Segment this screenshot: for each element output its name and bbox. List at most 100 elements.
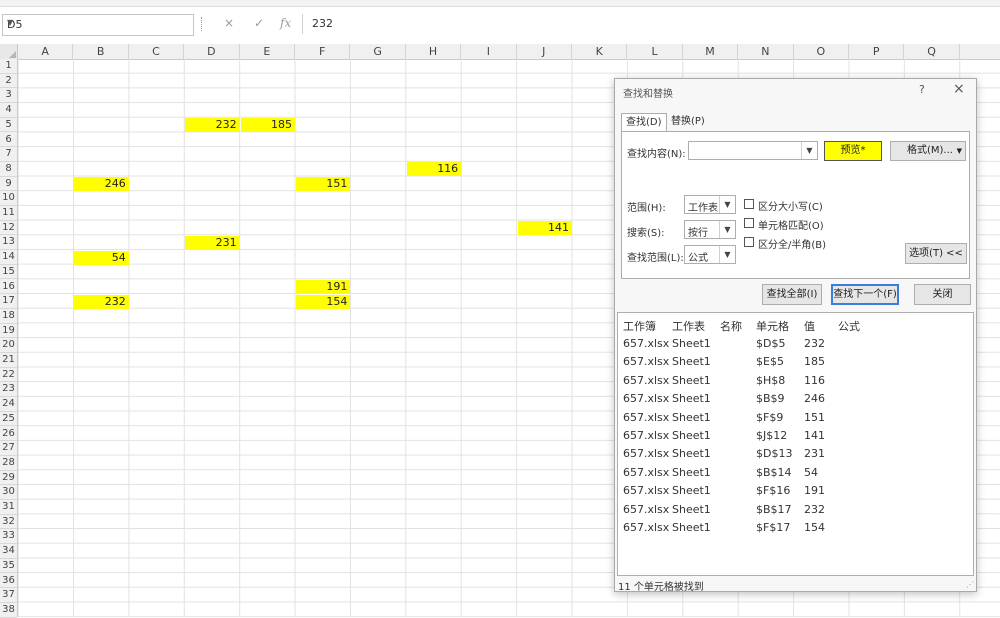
- row-header-38[interactable]: 38: [0, 603, 17, 618]
- search-select[interactable]: 按行 ▼: [684, 220, 736, 239]
- row-header-23[interactable]: 23: [0, 382, 17, 398]
- row-header-21[interactable]: 21: [0, 353, 17, 368]
- row-header-37[interactable]: 37: [0, 588, 17, 603]
- column-header-c[interactable]: C: [129, 44, 185, 59]
- row-header-26[interactable]: 26: [0, 427, 17, 442]
- column-header-j[interactable]: J: [517, 44, 572, 59]
- column-header-k[interactable]: K: [572, 44, 628, 59]
- cell-f9[interactable]: 151: [296, 177, 351, 192]
- row-header-2[interactable]: 2: [0, 74, 17, 89]
- chevron-down-icon[interactable]: ▼: [719, 246, 735, 263]
- result-row[interactable]: 657.xlsx Sheet1 $F$9 151: [618, 409, 973, 427]
- close-button[interactable]: 关闭: [914, 284, 971, 305]
- cell-d13[interactable]: 231: [185, 235, 240, 250]
- find-what-input[interactable]: ▼: [688, 141, 818, 160]
- row-header-19[interactable]: 19: [0, 324, 17, 339]
- results-header-formula[interactable]: 公式: [838, 318, 860, 334]
- row-header-13[interactable]: 13: [0, 235, 17, 251]
- result-row[interactable]: 657.xlsx Sheet1 $B$9 246: [618, 390, 973, 408]
- row-header-24[interactable]: 24: [0, 397, 17, 412]
- row-header-1[interactable]: 1: [0, 59, 17, 74]
- resize-grip-icon[interactable]: ⋰: [966, 580, 974, 589]
- chevron-down-icon[interactable]: ▼: [801, 142, 817, 159]
- column-header-h[interactable]: H: [406, 44, 462, 59]
- row-header-32[interactable]: 32: [0, 515, 17, 530]
- results-header-value[interactable]: 值: [804, 318, 815, 334]
- look-in-select[interactable]: 公式 ▼: [684, 245, 736, 264]
- row-header-34[interactable]: 34: [0, 544, 17, 559]
- find-all-button[interactable]: 查找全部(I): [762, 284, 822, 305]
- cell-f16[interactable]: 191: [296, 280, 351, 294]
- row-header-28[interactable]: 28: [0, 456, 17, 471]
- row-header-33[interactable]: 33: [0, 529, 17, 545]
- column-header-o[interactable]: O: [794, 44, 849, 59]
- column-header-l[interactable]: L: [627, 44, 683, 59]
- chevron-down-icon[interactable]: ▼: [719, 221, 735, 238]
- row-header-36[interactable]: 36: [0, 574, 17, 589]
- row-header-4[interactable]: 4: [0, 103, 17, 118]
- row-header-7[interactable]: 7: [0, 147, 17, 162]
- chevron-down-icon[interactable]: ▼: [7, 18, 189, 27]
- column-header-g[interactable]: G: [350, 44, 406, 59]
- match-entire-cell-checkbox[interactable]: [744, 218, 754, 228]
- within-select[interactable]: 工作表 ▼: [684, 195, 736, 214]
- column-header-a[interactable]: A: [18, 44, 74, 59]
- result-row[interactable]: 657.xlsx Sheet1 $D$13 231: [618, 445, 973, 463]
- help-icon[interactable]: ?: [919, 83, 925, 96]
- match-width-checkbox[interactable]: [744, 237, 754, 247]
- column-header-e[interactable]: E: [240, 44, 295, 59]
- results-list[interactable]: 工作簿 工作表 名称 单元格 值 公式 657.xlsx Sheet1 $D$5 23…: [617, 312, 974, 576]
- results-header-workbook[interactable]: 工作簿: [623, 318, 656, 334]
- name-box[interactable]: D5 ▼: [2, 14, 194, 36]
- format-preview-button[interactable]: 预览*: [824, 141, 882, 161]
- result-row[interactable]: 657.xlsx Sheet1 $D$5 232: [618, 335, 973, 353]
- cell-b14[interactable]: 54: [74, 250, 129, 265]
- result-row[interactable]: 657.xlsx Sheet1 $H$8 116: [618, 372, 973, 390]
- insert-function-icon[interactable]: fx: [280, 16, 291, 30]
- row-header-10[interactable]: 10: [0, 191, 17, 206]
- formula-input[interactable]: 232: [312, 17, 333, 30]
- row-header-35[interactable]: 35: [0, 559, 17, 574]
- result-row[interactable]: 657.xlsx Sheet1 $B$14 54: [618, 464, 973, 482]
- results-header-sheet[interactable]: 工作表: [672, 318, 705, 334]
- row-header-30[interactable]: 30: [0, 485, 17, 500]
- cell-e5[interactable]: 185: [240, 118, 295, 133]
- options-button[interactable]: 选项(T) <<: [905, 243, 967, 264]
- result-row[interactable]: 657.xlsx Sheet1 $J$12 141: [618, 427, 973, 445]
- column-header-n[interactable]: N: [738, 44, 794, 59]
- result-row[interactable]: 657.xlsx Sheet1 $E$5 185: [618, 353, 973, 371]
- column-header-d[interactable]: D: [184, 44, 240, 59]
- row-header-16[interactable]: 16: [0, 280, 17, 295]
- row-header-8[interactable]: 8: [0, 162, 17, 177]
- select-all-button[interactable]: [0, 44, 18, 59]
- row-header-20[interactable]: 20: [0, 338, 17, 353]
- column-header-f[interactable]: F: [295, 44, 351, 59]
- result-row[interactable]: 657.xlsx Sheet1 $F$17 154: [618, 519, 973, 537]
- row-header-31[interactable]: 31: [0, 500, 17, 515]
- cell-h8[interactable]: 116: [406, 162, 462, 177]
- row-header-9[interactable]: 9: [0, 177, 17, 192]
- chevron-down-icon[interactable]: ▼: [719, 196, 735, 213]
- row-header-18[interactable]: 18: [0, 309, 17, 324]
- match-case-checkbox[interactable]: [744, 199, 754, 209]
- cell-j12[interactable]: 141: [517, 221, 572, 236]
- tab-find[interactable]: 查找(D): [621, 113, 667, 132]
- enter-icon[interactable]: ✓: [254, 16, 264, 30]
- column-header-b[interactable]: B: [73, 44, 129, 59]
- row-header-11[interactable]: 11: [0, 206, 17, 221]
- column-header-q[interactable]: Q: [904, 44, 960, 59]
- cell-f17[interactable]: 154: [296, 294, 351, 309]
- cell-d5[interactable]: 232: [185, 118, 240, 133]
- row-header-17[interactable]: 17: [0, 294, 17, 309]
- column-header-m[interactable]: M: [683, 44, 739, 59]
- close-icon[interactable]: ×: [953, 81, 965, 97]
- tab-replace[interactable]: 替换(P): [667, 113, 709, 131]
- row-header-3[interactable]: 3: [0, 88, 17, 104]
- row-header-12[interactable]: 12: [0, 221, 17, 236]
- row-header-14[interactable]: 14: [0, 250, 17, 265]
- row-header-25[interactable]: 25: [0, 412, 17, 427]
- column-header-i[interactable]: I: [461, 44, 517, 59]
- chevron-down-icon[interactable]: ▼: [957, 142, 962, 160]
- cancel-icon[interactable]: ×: [224, 16, 234, 30]
- row-header-15[interactable]: 15: [0, 265, 17, 280]
